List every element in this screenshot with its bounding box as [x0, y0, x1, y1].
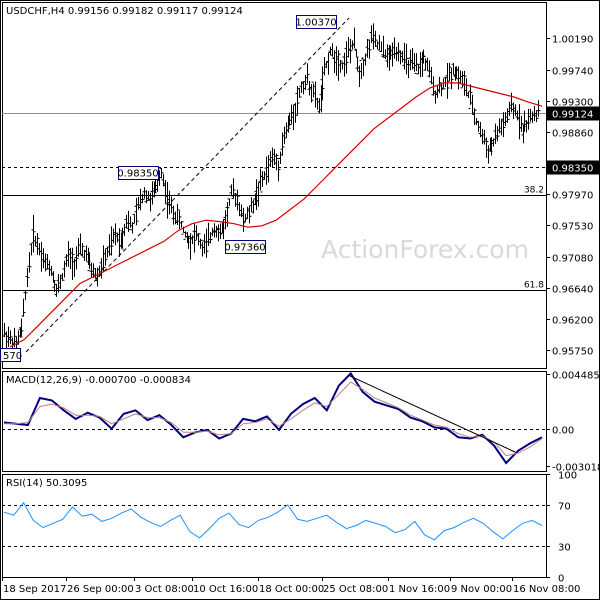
watermark: ActionForex.com — [321, 235, 529, 264]
macd-signal-line — [4, 381, 543, 457]
x-tick-label: 18 Sep 2017 — [3, 584, 66, 595]
x-tick-label: 16 Nov 08:00 — [513, 584, 580, 595]
forex-chart: ActionForex.com 38.2 61.8 1.00370 0.98350 0.9… — [0, 0, 600, 600]
x-tick-label: 18 Oct 00:00 — [259, 584, 324, 595]
macd-title: MACD(12,26,9) -0.000700 -0.000834 — [6, 375, 191, 386]
main-panel-frame — [2, 2, 547, 369]
macd-trend-line — [349, 375, 516, 453]
rsi-title: RSI(14) 50.3095 — [6, 478, 87, 489]
rsi-y-tick-label: 100 — [558, 471, 577, 482]
y-tick-label: 0.99740 — [552, 67, 593, 78]
fib-label: 38.2 — [524, 186, 544, 196]
rsi-y-tick-label: 0 — [558, 574, 564, 585]
y-tick-label: 0.97970 — [552, 191, 593, 202]
y-tick-label: 0.97080 — [552, 254, 593, 265]
level-label: 0.98350 — [552, 164, 593, 175]
macd-line — [3, 371, 543, 465]
rsi-y-tick-label: 30 — [558, 543, 571, 554]
y-tick-label: 0.96640 — [552, 285, 593, 296]
high-label: 1.00370 — [295, 18, 336, 29]
current-price-label: 0.99124 — [552, 110, 593, 121]
y-tick-label: 0.95750 — [552, 347, 593, 358]
fib-label: 61.8 — [524, 281, 544, 291]
x-tick-label: 10 Oct 16:00 — [193, 584, 258, 595]
moving-average-line — [9, 82, 543, 348]
y-tick-label: 0.96200 — [552, 316, 593, 327]
low-label: 570 — [3, 351, 22, 362]
macd-y-tick-label: 0.00 — [552, 426, 574, 437]
y-tick-label: 0.97530 — [552, 222, 593, 233]
rsi-y-tick-label: 70 — [558, 502, 571, 513]
x-tick-label: 25 Oct 08:00 — [323, 584, 388, 595]
y-tick-label: 1.00190 — [552, 35, 593, 46]
x-tick-label: 9 Nov 00:00 — [451, 584, 512, 595]
x-tick-label: 26 Sep 00:00 — [67, 584, 134, 595]
swing-low-label: 0.97360 — [224, 243, 265, 254]
x-tick-label: 3 Oct 08:00 — [135, 584, 194, 595]
swing-high-label: 0.98350 — [117, 169, 158, 180]
macd-panel-frame — [2, 371, 547, 472]
rsi-line — [3, 501, 543, 541]
chart-title: USDCHF,H4 0.99156 0.99182 0.99117 0.9912… — [6, 6, 243, 17]
rsi-panel-frame — [2, 474, 547, 578]
x-tick-label: 1 Nov 16:00 — [389, 584, 450, 595]
macd-y-tick-label: 0.004485 — [552, 371, 600, 382]
chart-canvas: ActionForex.com 38.2 61.8 1.00370 0.98350 0.9… — [0, 0, 600, 600]
y-tick-label: 0.98860 — [552, 129, 593, 140]
trend-line — [25, 17, 350, 353]
